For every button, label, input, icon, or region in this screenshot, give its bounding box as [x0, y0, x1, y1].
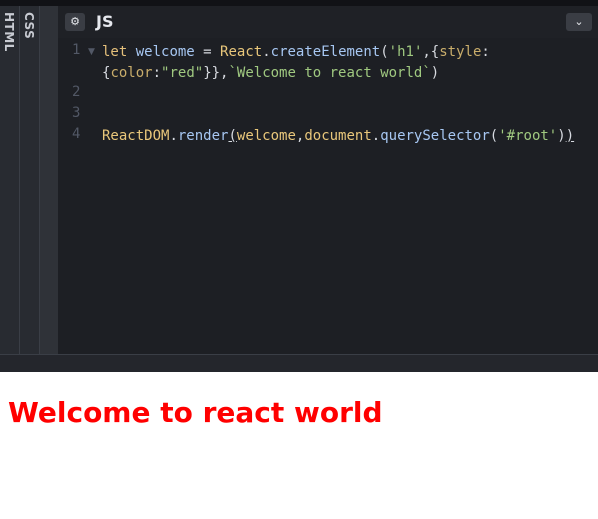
code-line-1-wrap: {color:"red"}},`Welcome to react world`)	[102, 63, 592, 84]
line-number: 3	[72, 105, 81, 121]
token-punctuation: }},	[203, 65, 229, 81]
token-punctuation: .	[371, 128, 381, 144]
tab-html-label: HTML	[2, 12, 16, 52]
token-property: color	[110, 65, 153, 81]
token-object: document	[304, 128, 372, 144]
code-line-1: let welcome = React.createElement('h1',{…	[102, 42, 592, 63]
token-property: style	[439, 44, 482, 60]
code-area[interactable]: 1 ▼ 2 3 4 let welcome = React.createElem…	[58, 38, 598, 354]
code-line-4: ReactDOM.render(welcome,document.querySe…	[102, 126, 592, 147]
token-object: ReactDOM	[102, 128, 170, 144]
token-punctuation: ,{	[422, 44, 440, 60]
line-number: 2	[72, 84, 81, 100]
line-number: 4	[72, 126, 81, 142]
token-string: 'h1'	[388, 44, 423, 60]
collapse-button[interactable]: ⌄	[566, 13, 592, 31]
token-variable: welcome	[135, 44, 195, 60]
token-punctuation: (	[380, 44, 389, 60]
js-panel-strip	[40, 6, 58, 354]
token-object: React	[220, 44, 263, 60]
code-text[interactable]: let welcome = React.createElement('h1',{…	[102, 42, 592, 147]
side-tabs: HTML CSS	[0, 6, 58, 354]
resize-handle[interactable]	[0, 354, 598, 373]
gear-icon: ⚙	[70, 15, 80, 28]
token-string: '#root'	[498, 128, 558, 144]
token-function: querySelector	[380, 128, 490, 144]
line-number: 1	[72, 42, 81, 58]
code-editor: HTML CSS ⚙ JS ⌄ 1 ▼ 2 3 4 let welcome = …	[0, 0, 598, 373]
result-preview: Welcome to react world	[0, 372, 598, 519]
token-punctuation: :	[481, 44, 490, 60]
preview-heading: Welcome to react world	[8, 396, 383, 429]
tab-css-label: CSS	[22, 12, 36, 40]
token-punctuation: )	[557, 128, 566, 144]
line-gutter: 1 ▼ 2 3 4	[58, 38, 98, 354]
settings-button[interactable]: ⚙	[65, 13, 85, 31]
token-punctuation: :	[152, 65, 162, 81]
token-function: createElement	[270, 44, 381, 60]
token-punctuation: .	[262, 44, 271, 60]
token-punctuation: .	[169, 128, 178, 144]
token-keyword: let	[102, 44, 128, 60]
token-operator: =	[194, 44, 221, 60]
token-punctuation: )	[565, 128, 575, 144]
token-string: "red"	[161, 65, 204, 81]
tab-css[interactable]: CSS	[20, 6, 40, 354]
token-punctuation: )	[430, 65, 440, 81]
token-punctuation: (	[228, 128, 237, 144]
tab-html[interactable]: HTML	[0, 6, 20, 354]
token-function: render	[177, 128, 229, 144]
js-panel-header: ⚙ JS ⌄	[58, 6, 598, 38]
panel-title: JS	[96, 12, 114, 31]
token-punctuation: (	[489, 128, 499, 144]
token-template-string: `Welcome to react world`	[228, 65, 431, 81]
chevron-down-icon: ⌄	[574, 15, 584, 28]
fold-arrow-icon[interactable]: ▼	[88, 47, 95, 57]
token-variable: welcome	[236, 128, 296, 144]
